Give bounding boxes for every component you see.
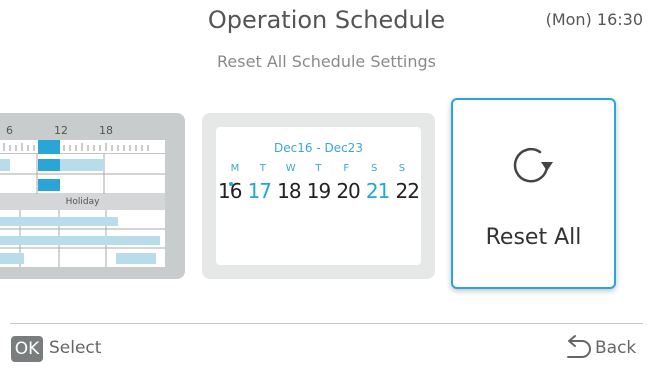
weekday-label: S (398, 163, 406, 174)
weekday-label: M (230, 163, 240, 174)
calendar-week-card[interactable]: Dec16 - Dec23 M T W T F S S 16 17 18 19 … (202, 113, 435, 279)
weekday-label: T (259, 163, 266, 174)
weekday-header: M T W T F S S (224, 163, 413, 174)
select-hint-label: Select (49, 338, 102, 358)
reset-all-label: Reset All (485, 225, 582, 250)
calendar-panel: Dec16 - Dec23 M T W T F S S 16 17 18 19 … (216, 127, 421, 265)
reset-all-button[interactable]: Reset All (451, 98, 616, 289)
date-cell: 22 (395, 179, 419, 203)
weekly-schedule-grid: 6 12 18 Holiday (0, 113, 180, 273)
return-arrow-icon[interactable] (562, 335, 592, 359)
weekday-label: F (343, 163, 350, 174)
holiday-label: Holiday (65, 197, 100, 207)
operation-schedule-screen: Operation Schedule (Mon) 16:30 Reset All… (0, 0, 653, 371)
footer-divider (10, 323, 643, 324)
weekday-label: W (285, 163, 296, 174)
date-row: 16 17 18 19 20 21 22 (218, 179, 420, 203)
date-range-label: Dec16 - Dec23 (274, 141, 363, 155)
weekday-label: T (315, 163, 322, 174)
date-cell: 20 (336, 179, 360, 203)
schedule-grid-graphic (0, 140, 165, 267)
weekday-label: S (370, 163, 378, 174)
weekly-schedule-card[interactable]: 6 12 18 Holiday (0, 113, 185, 279)
clock-display: (Mon) 16:30 (545, 10, 643, 29)
ok-key-badge: OK (11, 336, 43, 362)
page-subtitle: Reset All Schedule Settings (217, 52, 436, 71)
date-cell: 19 (306, 179, 331, 203)
back-button-label[interactable]: Back (595, 338, 636, 358)
date-cell: 17 (247, 179, 272, 203)
date-cell: 18 (277, 179, 301, 203)
reset-arrow-icon (513, 147, 553, 183)
date-cell: 16 (218, 179, 242, 203)
date-cell: 21 (365, 179, 390, 203)
